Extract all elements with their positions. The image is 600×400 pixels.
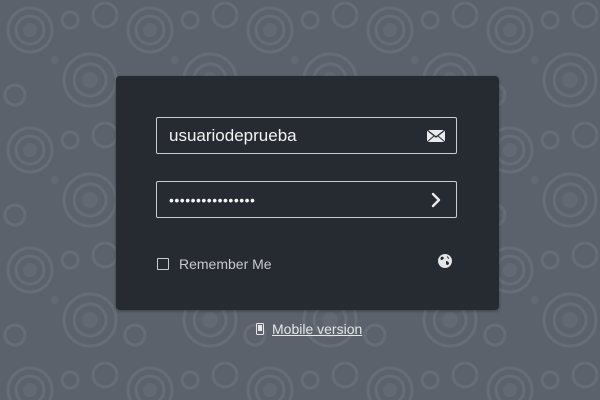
password-field[interactable] — [156, 181, 457, 218]
chevron-right-icon[interactable] — [426, 190, 446, 210]
remember-label: Remember Me — [179, 256, 272, 272]
globe-icon[interactable] — [437, 253, 453, 269]
remember-me[interactable]: Remember Me — [157, 256, 272, 272]
envelope-icon — [426, 129, 446, 143]
mobile-version-label[interactable]: Mobile version — [272, 321, 362, 337]
username-input[interactable] — [169, 118, 424, 153]
remember-checkbox[interactable] — [157, 258, 169, 270]
password-input[interactable] — [169, 182, 424, 217]
mobile-phone-icon — [256, 323, 264, 335]
mobile-version-link[interactable]: Mobile version — [256, 321, 362, 337]
username-field[interactable] — [156, 117, 457, 154]
login-panel: Remember Me — [116, 76, 499, 310]
